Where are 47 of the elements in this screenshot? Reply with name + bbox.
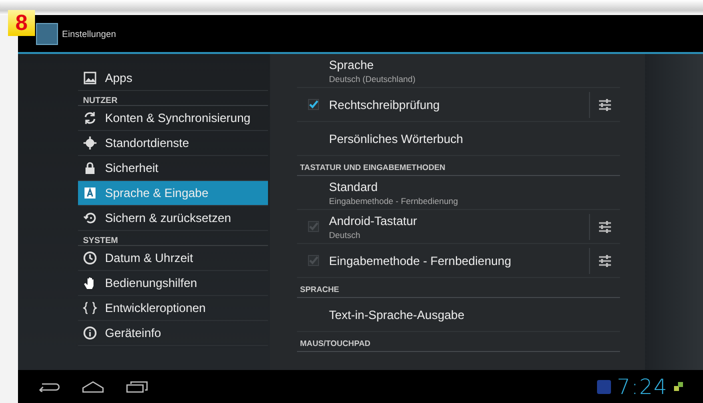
section-header: MAUS/TOUCHPAD — [297, 334, 620, 352]
info-icon — [83, 326, 97, 340]
sidebar-item[interactable]: Apps — [78, 66, 268, 91]
keyboard-letter-icon — [83, 186, 97, 200]
preference-title: Standard — [329, 180, 379, 194]
preference-item[interactable]: Persönliches Wörterbuch — [329, 128, 620, 148]
preference-summary: Eingabemethode - Fernbedienung — [329, 196, 460, 206]
preference-title: Eingabemethode - Fernbedienung — [329, 254, 512, 268]
location-icon — [83, 136, 97, 150]
preference-summary: Deutsch — [329, 230, 362, 240]
app-title: Einstellungen — [62, 28, 116, 38]
sidebar-item[interactable]: Entwickleroptionen — [78, 296, 268, 321]
sidebar-item[interactable]: Datum & Uhrzeit — [78, 246, 268, 271]
sidebar-item[interactable]: Sichern & zurücksetzen — [78, 206, 268, 231]
home-icon[interactable] — [82, 380, 104, 392]
page-number-badge: 8 — [8, 10, 35, 36]
preference-summary: Deutsch (Deutschland) — [329, 74, 416, 84]
preference-title: Sprache — [329, 58, 375, 72]
section-header: SYSTEM — [78, 231, 268, 246]
preference-title: Android-Tastatur — [329, 214, 418, 228]
settings-app-icon — [36, 22, 58, 44]
sidebar-item[interactable]: Konten & Synchronisierung — [78, 106, 268, 131]
network-icon — [674, 382, 683, 391]
preference-title: Text-in-Sprache-Ausgabe — [329, 308, 466, 322]
preference-item[interactable]: Text-in-Sprache-Ausgabe — [329, 304, 620, 324]
picture-icon — [83, 71, 97, 85]
clock-time: 7:24 — [616, 374, 668, 398]
preference-item[interactable]: Rechtschreibprüfung — [329, 94, 589, 114]
recent-apps-icon[interactable] — [126, 380, 148, 392]
settings-icon[interactable] — [598, 98, 612, 110]
sync-icon — [83, 111, 97, 125]
braces-icon — [83, 301, 97, 315]
sidebar-item[interactable]: Geräteinfo — [78, 321, 268, 346]
restore-icon — [83, 211, 97, 225]
lock-icon — [83, 161, 97, 175]
section-header: NUTZER — [78, 91, 268, 106]
sidebar-item[interactable]: Bedienungshilfen — [78, 271, 268, 296]
preference-title: Persönliches Wörterbuch — [329, 132, 464, 146]
back-icon[interactable] — [38, 382, 60, 392]
checkbox[interactable] — [308, 99, 318, 110]
section-header: SPRACHE — [297, 280, 620, 298]
preference-item[interactable]: Standard Eingabemethode - Fernbedienung — [329, 176, 620, 208]
preference-title: Rechtschreibprüfung — [329, 98, 441, 112]
section-header: TASTATUR UND EINGABEMETHODEN — [297, 158, 620, 176]
sidebar-item[interactable]: Standortdienste — [78, 131, 268, 156]
preference-item[interactable]: Sprache Deutsch (Deutschland) — [329, 54, 620, 86]
clock-icon — [83, 251, 97, 265]
